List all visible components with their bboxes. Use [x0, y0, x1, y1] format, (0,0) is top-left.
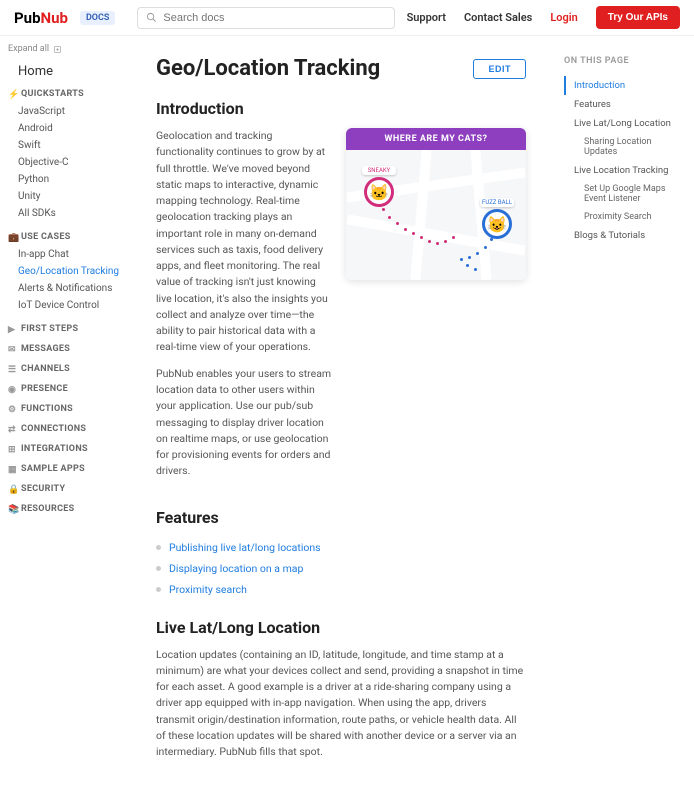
section-icon: 📚: [8, 505, 17, 514]
support-link[interactable]: Support: [407, 11, 446, 24]
nav-item[interactable]: Geo/Location Tracking: [8, 263, 128, 280]
nav-section-header[interactable]: ⚙FUNCTIONS: [8, 404, 128, 414]
nav-item[interactable]: Swift: [8, 137, 128, 154]
features-heading: Features: [156, 508, 526, 527]
nav-item[interactable]: JavaScript: [8, 103, 128, 120]
search-input-wrap[interactable]: [137, 7, 394, 29]
toc-item[interactable]: Features: [564, 95, 684, 114]
header-right: Support Contact Sales Login Try Our APIs: [407, 6, 680, 29]
intro-paragraph: PubNub enables your users to stream loca…: [156, 366, 332, 480]
nav-section-header[interactable]: ▶FIRST STEPS: [8, 324, 128, 334]
login-link[interactable]: Login: [550, 11, 577, 24]
logo[interactable]: PubNub: [14, 9, 68, 27]
nav-item[interactable]: Android: [8, 120, 128, 137]
nav-item[interactable]: Alerts & Notifications: [8, 280, 128, 297]
nav-item[interactable]: All SDKs: [8, 205, 128, 222]
nav-section-header[interactable]: ✉MESSAGES: [8, 344, 128, 354]
contact-link[interactable]: Contact Sales: [464, 11, 532, 24]
map-illustration: WHERE ARE MY CATS? SNEAKY 🐱 FUZZ BALL 😺: [346, 128, 526, 280]
expand-all-toggle[interactable]: Expand all: [8, 44, 128, 54]
nav-section-header[interactable]: ⇄CONNECTIONS: [8, 424, 128, 434]
expand-icon: [53, 45, 62, 54]
nav-item[interactable]: Unity: [8, 188, 128, 205]
nav-section-header[interactable]: ⚡QUICKSTARTS: [8, 89, 128, 99]
search-icon: [146, 12, 157, 23]
page-title: Geo/Location Tracking: [156, 56, 380, 81]
map-pin-b: FUZZ BALL 😺: [480, 198, 514, 239]
search-input[interactable]: [163, 12, 385, 24]
map-pin-a: SNEAKY 🐱: [362, 166, 396, 207]
section-icon: ✉: [8, 345, 17, 354]
table-of-contents: ON THIS PAGE IntroductionFeaturesLive La…: [554, 36, 694, 810]
nav-item[interactable]: Python: [8, 171, 128, 188]
section-icon: ▦: [8, 465, 17, 474]
section-icon: ⇄: [8, 425, 17, 434]
section-icon: ▶: [8, 325, 17, 334]
nav-home[interactable]: Home: [18, 64, 128, 79]
main-content: Geo/Location Tracking EDIT Introduction …: [128, 36, 554, 810]
nav-section-header[interactable]: ⊞INTEGRATIONS: [8, 444, 128, 454]
feature-item: Proximity search: [156, 579, 526, 600]
edit-button[interactable]: EDIT: [473, 59, 526, 79]
section-icon: ⚙: [8, 405, 17, 414]
toc-item[interactable]: Blogs & Tutorials: [564, 226, 684, 245]
nav-item[interactable]: IoT Device Control: [8, 297, 128, 314]
section-icon: ◉: [8, 385, 17, 394]
try-apis-button[interactable]: Try Our APIs: [596, 6, 680, 29]
header: PubNub DOCS Support Contact Sales Login …: [0, 0, 694, 36]
section-icon: 🔒: [8, 485, 17, 494]
feature-link[interactable]: Displaying location on a map: [169, 562, 303, 575]
section-icon: ⚡: [8, 90, 17, 99]
toc-item[interactable]: Live Location Tracking: [564, 161, 684, 180]
toc-title: ON THIS PAGE: [564, 56, 684, 66]
feature-item: Publishing live lat/long locations: [156, 537, 526, 558]
nav-section-header[interactable]: ▦SAMPLE APPS: [8, 464, 128, 474]
section-icon: 💼: [8, 233, 17, 242]
toc-sub-item[interactable]: Set Up Google Maps Event Listener: [564, 180, 684, 208]
nav-section-header[interactable]: 🔒SECURITY: [8, 484, 128, 494]
live-heading: Live Lat/Long Location: [156, 618, 526, 637]
nav-section-header[interactable]: 💼USE CASES: [8, 232, 128, 242]
section-icon: ☰: [8, 365, 17, 374]
nav-item[interactable]: Objective-C: [8, 154, 128, 171]
map-title: WHERE ARE MY CATS?: [346, 128, 526, 150]
toc-item[interactable]: Introduction: [564, 76, 684, 95]
nav-section-header[interactable]: 📚RESOURCES: [8, 504, 128, 514]
section-icon: ⊞: [8, 445, 17, 454]
feature-item: Displaying location on a map: [156, 558, 526, 579]
nav-section-header[interactable]: ◉PRESENCE: [8, 384, 128, 394]
toc-sub-item[interactable]: Sharing Location Updates: [564, 133, 684, 161]
docs-badge: DOCS: [80, 11, 115, 25]
feature-list: Publishing live lat/long locations Displa…: [156, 537, 526, 600]
toc-sub-item[interactable]: Proximity Search: [564, 208, 684, 226]
sidebar: Expand all Home ⚡QUICKSTARTS JavaScriptAn…: [0, 36, 128, 810]
intro-heading: Introduction: [156, 99, 526, 118]
toc-item[interactable]: Live Lat/Long Location: [564, 114, 684, 133]
feature-link[interactable]: Proximity search: [169, 583, 247, 596]
intro-paragraph: Geolocation and tracking functionality c…: [156, 128, 332, 356]
feature-link[interactable]: Publishing live lat/long locations: [169, 541, 321, 554]
nav-item[interactable]: In-app Chat: [8, 246, 128, 263]
nav-section-header[interactable]: ☰CHANNELS: [8, 364, 128, 374]
live-paragraph: Location updates (containing an ID, lati…: [156, 647, 526, 761]
